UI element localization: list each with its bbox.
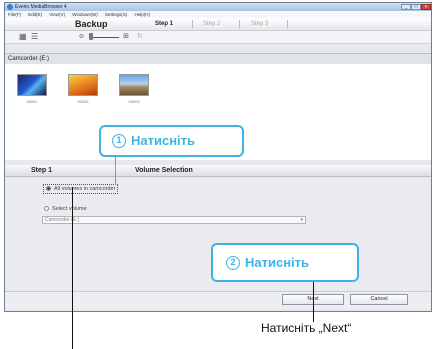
app-icon (7, 4, 13, 10)
callout-1-text: Натисніть (131, 133, 196, 148)
menu-bar: File(F) Edit(E) View(V) Windows(W) Setti… (5, 11, 431, 18)
bottom-instruction: Натисніть „Next“ (261, 321, 352, 335)
title-bar: Everio MediaBrowser 4 _ □ × (5, 3, 431, 11)
callout-2: 2 Натисніть (211, 243, 359, 282)
volume-selection-title: Volume Selection (135, 167, 193, 174)
menu-edit[interactable]: Edit(E) (28, 12, 42, 17)
close-icon[interactable]: × (421, 4, 431, 10)
thumbnail-2-label: 00002 (77, 99, 89, 104)
step-2-label: Step 2 (203, 21, 221, 27)
window-title: Everio MediaBrowser 4 (15, 4, 67, 10)
select-volume-radio[interactable] (44, 206, 49, 212)
cancel-button[interactable]: Cancel (350, 294, 408, 305)
minimize-icon[interactable]: _ (401, 4, 411, 10)
zoom-in-icon[interactable]: ⊞ (123, 33, 129, 41)
pointer-line-1 (72, 187, 73, 349)
page-title: Backup (75, 19, 108, 29)
step-1-label: Step 1 (155, 21, 174, 27)
zoom-slider[interactable] (93, 37, 119, 38)
callout-1-pointer (115, 155, 116, 185)
list-view-icon[interactable]: ☰ (31, 33, 38, 41)
callout-2-text: Натисніть (245, 255, 310, 270)
menu-windows[interactable]: Windows(W) (72, 12, 98, 17)
maximize-icon[interactable]: □ (411, 4, 421, 10)
volume-dropdown-value: Camcorder (E:) (45, 217, 80, 223)
step-divider (192, 20, 193, 28)
menu-view[interactable]: View(V) (49, 12, 65, 17)
callout-1: 1 Натисніть (99, 125, 244, 157)
callout-1-number: 1 (112, 134, 126, 148)
step-divider (287, 20, 288, 28)
all-volumes-label: All volumes in camcorder (54, 186, 116, 192)
menu-help[interactable]: Help(H) (135, 12, 151, 17)
volume-selection-header: Step 1 Volume Selection (5, 165, 431, 177)
select-volume-option[interactable]: Select volume (44, 205, 87, 213)
toolbar: ▦ ☰ ⊖ ⊞ ↻ (5, 31, 431, 44)
thumbnail-1[interactable] (17, 74, 47, 96)
menu-file[interactable]: File(F) (8, 12, 21, 17)
volume-dropdown[interactable]: Camcorder (E:) ▾ (42, 216, 306, 224)
chevron-down-icon: ▾ (300, 217, 303, 223)
thumbnail-2[interactable] (68, 74, 98, 96)
rotate-icon[interactable]: ↻ (137, 33, 143, 41)
select-volume-label: Select volume (52, 206, 87, 212)
grid-view-icon[interactable]: ▦ (19, 33, 27, 41)
all-volumes-option[interactable]: All volumes in camcorder (43, 184, 119, 194)
thumbnail-3[interactable] (119, 74, 149, 96)
menu-settings[interactable]: Settings(S) (105, 12, 127, 17)
thumbnail-1-label: 00001 (26, 99, 38, 104)
callout-2-number: 2 (226, 256, 240, 270)
step-divider (239, 20, 240, 28)
thumbnail-3-label: 00003 (128, 99, 140, 104)
step-bar: Backup Step 1 Step 2 Step 3 (5, 18, 431, 31)
all-volumes-radio[interactable] (46, 186, 51, 192)
pointer-line-2 (313, 282, 314, 322)
zoom-out-icon[interactable]: ⊖ (79, 33, 84, 41)
camcorder-label: Camcorder (E:) (8, 56, 50, 62)
lower-step-label: Step 1 (31, 167, 53, 174)
step-3-label: Step 3 (251, 21, 269, 27)
